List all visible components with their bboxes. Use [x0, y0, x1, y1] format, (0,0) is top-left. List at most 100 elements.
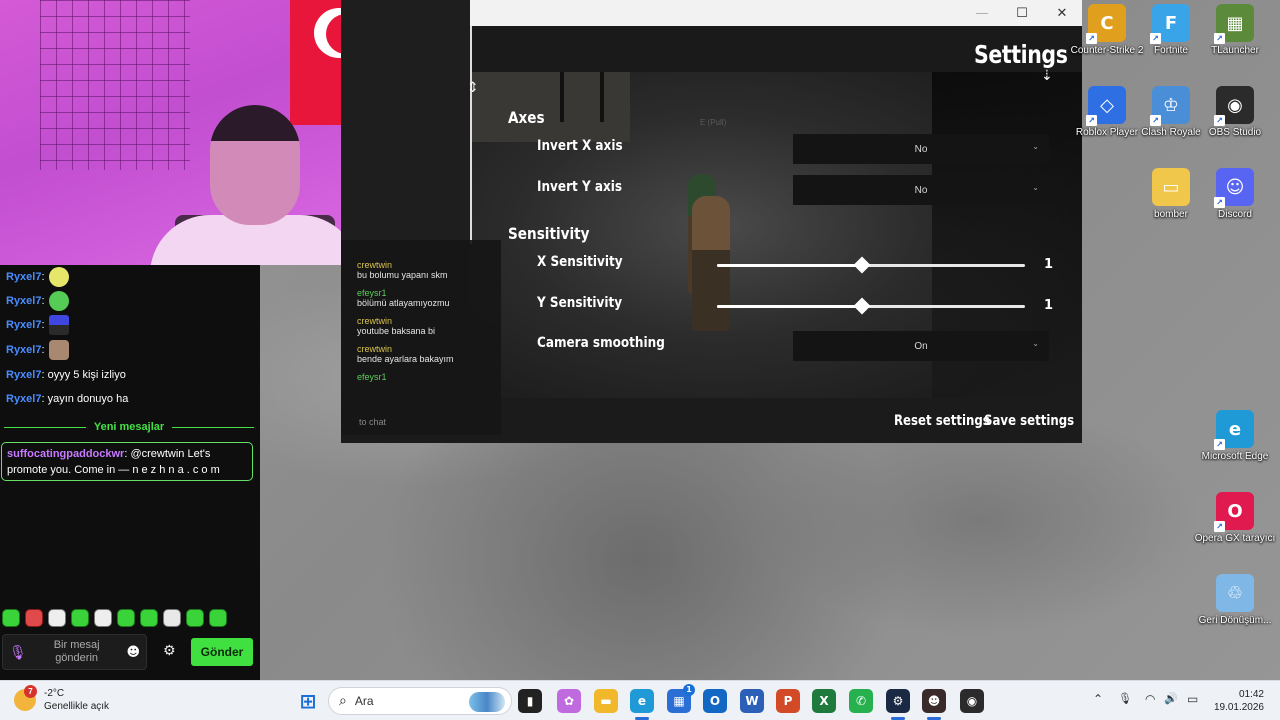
- close-icon[interactable]: ✕: [1042, 6, 1082, 21]
- desktop-shortcut[interactable]: ♲ Geri Dönüşüm...: [1199, 574, 1271, 626]
- chat-message: Ryxel7: oyyy 5 kişi izliyo: [6, 369, 126, 381]
- battery-icon[interactable]: ▭: [1187, 692, 1198, 706]
- y-sensitivity-slider[interactable]: [717, 297, 1025, 315]
- opera-gx-icon: O ↗: [1214, 492, 1254, 532]
- tray-overflow-icon[interactable]: ⌃: [1093, 692, 1103, 706]
- taskbar-search[interactable]: ⌕ Ara: [328, 687, 512, 715]
- wifi-icon[interactable]: ◠: [1145, 692, 1155, 706]
- desktop-shortcut[interactable]: F ↗ Fortnite: [1142, 4, 1200, 56]
- emoji-icon[interactable]: ☻: [126, 645, 140, 660]
- emote-button[interactable]: [25, 609, 43, 627]
- desktop-shortcut[interactable]: ☺ ↗ Discord: [1206, 168, 1264, 220]
- divider-label: Yeni mesajlar: [93, 421, 165, 433]
- game-taskbar-icon[interactable]: ☻: [922, 689, 946, 713]
- reset-settings-button[interactable]: Reset settings: [894, 413, 990, 429]
- search-icon: ⌕: [339, 693, 347, 709]
- desktop-shortcut-label: Fortnite: [1154, 45, 1188, 56]
- emote-button[interactable]: [140, 609, 158, 627]
- section-axes: Axes: [508, 108, 545, 127]
- desktop-shortcut[interactable]: ◉ ↗ OBS Studio: [1206, 86, 1264, 138]
- invert-x-dropdown[interactable]: No ⌄: [793, 134, 1049, 164]
- ingame-chat-username: efeysr1: [357, 372, 387, 382]
- ingame-chat-username: crewtwin: [357, 344, 393, 354]
- whatsapp-icon[interactable]: ✆: [849, 689, 873, 713]
- excel-icon[interactable]: X: [812, 689, 836, 713]
- send-button[interactable]: Gönder: [191, 638, 253, 666]
- emote-button[interactable]: [209, 609, 227, 627]
- minimize-icon[interactable]: —: [962, 6, 1002, 21]
- settings-title: Settings: [974, 40, 1068, 69]
- discord-icon: ☺ ↗: [1214, 168, 1254, 208]
- chat-message: Ryxel7:: [6, 340, 69, 360]
- ingame-chat-input[interactable]: to chat: [359, 417, 386, 427]
- steam-icon[interactable]: ⚙: [886, 689, 910, 713]
- desktop-shortcut[interactable]: C ↗ Counter-Strike 2: [1071, 4, 1143, 56]
- shortcut-arrow-icon: ↗: [1214, 197, 1225, 208]
- store-icon[interactable]: ▦ 1: [667, 684, 695, 713]
- start-icon[interactable]: ⊞: [296, 689, 320, 713]
- x-sensitivity-label: X Sensitivity: [537, 254, 623, 270]
- weather-widget[interactable]: 7 -2°C Genellikle açık: [14, 685, 110, 713]
- roblox-icon: ◇ ↗: [1086, 86, 1126, 126]
- search-placeholder: Ara: [354, 694, 374, 708]
- chat-message-input[interactable]: 🎙 Bir mesaj gönderin ☻: [2, 634, 147, 670]
- y-sensitivity-value: 1: [1044, 298, 1054, 313]
- desktop-shortcut[interactable]: ▦ ↗ TLauncher: [1206, 4, 1264, 56]
- ingame-chat-text: bende ayarlara bakayım: [357, 354, 454, 364]
- powerpoint-icon[interactable]: P: [776, 689, 800, 713]
- chat-input-placeholder: Bir mesaj gönderin: [53, 639, 100, 664]
- chat-username[interactable]: Ryxel7: [6, 295, 41, 307]
- task-view-icon[interactable]: ▮: [518, 689, 542, 713]
- emote-button[interactable]: [117, 609, 135, 627]
- outlook-icon[interactable]: O: [703, 689, 727, 713]
- emote-button[interactable]: [71, 609, 89, 627]
- file-explorer-icon[interactable]: ▬: [594, 689, 618, 713]
- emote-icon: [48, 267, 69, 287]
- copilot-icon[interactable]: ✿: [557, 689, 581, 713]
- mouse-cursor-icon: ⇣: [1041, 68, 1053, 84]
- ingame-chat-text: youtube baksana bi: [357, 326, 436, 336]
- person-head: [210, 105, 300, 225]
- chat-username[interactable]: Ryxel7: [6, 319, 41, 331]
- chat-username[interactable]: Ryxel7: [6, 369, 41, 381]
- desktop-shortcut-label: Opera GX tarayıcı: [1194, 533, 1276, 544]
- word-icon[interactable]: W: [740, 689, 764, 713]
- weather-desc: Genellikle açık: [44, 701, 110, 712]
- desktop-shortcut-label: TLauncher: [1211, 45, 1259, 56]
- chat-settings-gear-icon[interactable]: ⚙: [163, 643, 176, 659]
- window-edge-scrollbar[interactable]: [470, 26, 472, 244]
- emote-icon: [48, 340, 69, 360]
- ingame-chat-username: crewtwin: [357, 260, 393, 270]
- ingame-chat: crewtwin bu bolumu yapanı skm efeysr1 bö…: [341, 240, 501, 435]
- emote-button[interactable]: [186, 609, 204, 627]
- emote-button[interactable]: [48, 609, 66, 627]
- tray-microphone-icon[interactable]: 🎙: [1118, 692, 1132, 705]
- x-sensitivity-slider[interactable]: [717, 256, 1025, 274]
- desktop-shortcut[interactable]: ◇ ↗ Roblox Player: [1076, 86, 1138, 138]
- desktop-shortcut[interactable]: ♔ ↗ Clash Royale: [1141, 86, 1201, 138]
- camera-smoothing-dropdown[interactable]: On ⌄: [793, 331, 1049, 361]
- maximize-icon[interactable]: ☐: [1002, 6, 1042, 21]
- chat-text: yayın donuyo ha: [47, 393, 129, 405]
- emote-button[interactable]: [94, 609, 112, 627]
- edge-taskbar-icon[interactable]: e: [630, 689, 654, 713]
- chat-username[interactable]: Ryxel7: [6, 393, 41, 405]
- emote-button[interactable]: [163, 609, 181, 627]
- volume-icon[interactable]: 🔊: [1164, 692, 1178, 705]
- y-sensitivity-label: Y Sensitivity: [537, 295, 623, 311]
- system-clock[interactable]: 01:42 19.01.2026: [1212, 688, 1264, 714]
- emote-button[interactable]: [2, 609, 20, 627]
- desktop-shortcut[interactable]: O ↗ Opera GX tarayıcı: [1195, 492, 1275, 544]
- chat-username[interactable]: Ryxel7: [6, 271, 41, 283]
- desktop-shortcut[interactable]: ▭ bomber: [1142, 168, 1200, 220]
- save-settings-button[interactable]: Save settings: [984, 413, 1074, 429]
- desktop-shortcut-label: Counter-Strike 2: [1070, 45, 1144, 56]
- obs-taskbar-icon[interactable]: ◉: [960, 689, 984, 713]
- invert-y-dropdown[interactable]: No ⌄: [793, 175, 1049, 205]
- dropdown-value: No: [914, 143, 928, 155]
- desktop-shortcut[interactable]: e ↗ Microsoft Edge: [1202, 410, 1268, 462]
- microphone-icon[interactable]: 🎙: [9, 644, 27, 661]
- emote-picker-bar: [2, 609, 227, 627]
- chat-username[interactable]: Ryxel7: [6, 344, 41, 356]
- chat-username[interactable]: suffocatingpaddockwr: [7, 448, 124, 460]
